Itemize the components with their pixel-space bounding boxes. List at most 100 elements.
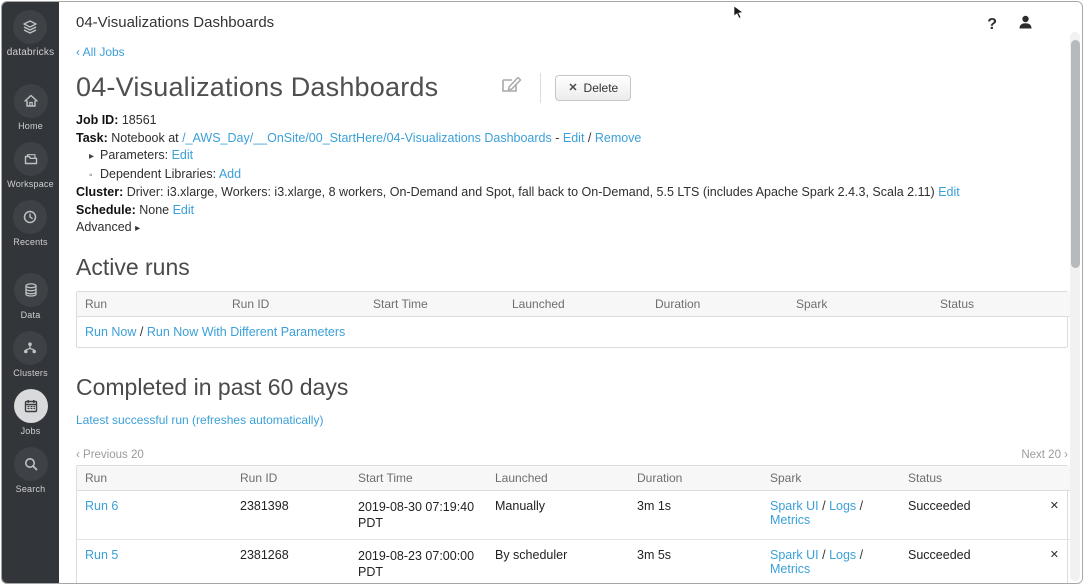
latest-successful-run-link[interactable]: Latest successful run (refreshes automat… [76, 413, 323, 427]
sidebar-item-home[interactable]: Home [14, 84, 48, 131]
job-id-value: 18561 [122, 113, 157, 127]
search-icon [14, 447, 48, 481]
circle-bullet-icon[interactable]: ◦ [89, 167, 100, 185]
completed-header-row: Run Run ID Start Time Launched Duration … [77, 466, 1073, 491]
duration-cell: 3m 5s [629, 539, 762, 584]
col-duration: Duration [629, 466, 762, 491]
run-link[interactable]: Run 5 [85, 548, 118, 562]
pagination: ‹ Previous 20 Next 20 › [76, 449, 1068, 461]
active-runs-header-row: Run Run ID Start Time Launched Duration … [77, 292, 1073, 317]
completed-run-row: Run 523812682019-08-23 07:00:00 PDTBy sc… [77, 539, 1073, 584]
parameters-line: ▸Parameters: Edit [76, 147, 1068, 166]
completed-run-row: Run 623813982019-08-30 07:19:40 PDTManua… [77, 490, 1073, 539]
home-icon [14, 84, 48, 118]
task-line: Task: Notebook at /_AWS_Day/__OnSite/00_… [76, 130, 1068, 148]
active-runs-table: Run Run ID Start Time Launched Duration … [76, 291, 1068, 348]
col-run: Run [77, 292, 224, 317]
slash: / [819, 499, 829, 513]
delete-label: Delete [584, 81, 619, 95]
schedule-label: Schedule: [76, 203, 136, 217]
sidebar-item-recents[interactable]: Recents [13, 200, 47, 247]
user-icon[interactable] [1017, 14, 1034, 36]
job-id-label: Job ID: [76, 113, 118, 127]
cluster-value: Driver: i3.xlarge, Workers: i3.xlarge, 8… [123, 185, 938, 199]
col-run-id: Run ID [224, 292, 365, 317]
sidebar-item-workspace[interactable]: Workspace [7, 142, 54, 189]
job-title: 04-Visualizations Dashboards [76, 72, 438, 103]
parameters-edit-link[interactable]: Edit [172, 148, 194, 162]
logs-link[interactable]: Logs [829, 548, 856, 562]
slash: / [819, 548, 829, 562]
advanced-label: Advanced [76, 220, 135, 234]
schedule-line: Schedule: None Edit [76, 202, 1068, 220]
schedule-value: None [136, 203, 173, 217]
metrics-link[interactable]: Metrics [770, 562, 810, 576]
sidebar-item-jobs[interactable]: Jobs [14, 389, 48, 436]
sidebar-item-label: Clusters [13, 368, 48, 378]
workspace-icon [14, 142, 48, 176]
sidebar-item-label: Home [18, 121, 43, 131]
start-time-cell: 2019-08-30 07:19:40 PDT [350, 490, 487, 539]
active-runs-title: Active runs [76, 254, 1068, 281]
help-icon[interactable]: ? [987, 16, 997, 34]
edit-job-name-icon[interactable] [500, 75, 522, 100]
col-status: Status [932, 292, 1073, 317]
spark-links-cell: Spark UI / Logs / Metrics [762, 539, 900, 584]
clusters-icon [13, 331, 47, 365]
col-status: Status [900, 466, 1016, 491]
sidebar-item-label: Recents [13, 237, 47, 247]
scrollbar-thumb[interactable] [1071, 40, 1080, 268]
delete-x-icon: ✕ [568, 81, 577, 94]
logs-link[interactable]: Logs [829, 499, 856, 513]
libraries-add-link[interactable]: Add [219, 167, 241, 181]
topbar: 04-Visualizations Dashboards ? [76, 12, 1068, 36]
cluster-edit-link[interactable]: Edit [938, 185, 960, 199]
advanced-toggle[interactable]: Advanced ▸ [76, 219, 1068, 238]
libraries-label: Dependent Libraries: [100, 167, 219, 181]
col-start-time: Start Time [350, 466, 487, 491]
cancel-run-icon[interactable]: ✕ [1016, 490, 1073, 539]
run-now-different-parameters-link[interactable]: Run Now With Different Parameters [147, 325, 345, 339]
job-header: 04-Visualizations Dashboards ✕ Delete [76, 72, 1068, 103]
task-prefix: Notebook at [111, 131, 182, 145]
schedule-edit-link[interactable]: Edit [173, 203, 195, 217]
delete-job-button[interactable]: ✕ Delete [555, 75, 631, 101]
status-cell: Succeeded [900, 539, 1016, 584]
cluster-label: Cluster: [76, 185, 123, 199]
sidebar-item-label: Workspace [7, 179, 54, 189]
cluster-line: Cluster: Driver: i3.xlarge, Workers: i3.… [76, 184, 1068, 202]
run-id-cell: 2381398 [232, 490, 350, 539]
previous-20-link[interactable]: ‹ Previous 20 [76, 449, 144, 461]
spark-ui-link[interactable]: Spark UI [770, 499, 819, 513]
spark-ui-link[interactable]: Spark UI [770, 548, 819, 562]
run-now-link[interactable]: Run Now [85, 325, 136, 339]
caret-right-icon[interactable]: ▸ [89, 148, 100, 166]
slash: / [856, 499, 863, 513]
recents-icon [13, 200, 47, 234]
start-time-cell: 2019-08-23 07:00:00 PDT [350, 539, 487, 584]
spark-links-cell: Spark UI / Logs / Metrics [762, 490, 900, 539]
task-label: Task: [76, 131, 108, 145]
col-launched: Launched [487, 466, 629, 491]
task-remove-link[interactable]: Remove [595, 131, 642, 145]
slash: / [856, 548, 863, 562]
sidebar-item-label: Jobs [21, 426, 41, 436]
divider [540, 73, 541, 103]
task-edit-link[interactable]: Edit [563, 131, 585, 145]
page-title: 04-Visualizations Dashboards [76, 12, 274, 31]
job-id-line: Job ID: 18561 [76, 112, 1068, 130]
sidebar-item-clusters[interactable]: Clusters [13, 331, 48, 378]
next-20-link[interactable]: Next 20 › [1021, 449, 1068, 461]
notebook-path-link[interactable]: /_AWS_Day/__OnSite/00_StartHere/04-Visua… [182, 131, 552, 145]
cancel-run-icon[interactable]: ✕ [1016, 539, 1073, 584]
databricks-logo-label: databricks [7, 47, 55, 58]
col-start-time: Start Time [365, 292, 504, 317]
run-link[interactable]: Run 6 [85, 499, 118, 513]
databricks-logo[interactable]: databricks [7, 10, 55, 58]
caret-right-icon: ▸ [135, 223, 140, 234]
sidebar-item-data[interactable]: Data [14, 273, 48, 320]
sidebar-item-search[interactable]: Search [14, 447, 48, 494]
breadcrumb-all-jobs-link[interactable]: ‹ All Jobs [76, 45, 125, 59]
main-content: 04-Visualizations Dashboards ? ‹ All Job… [59, 2, 1082, 583]
metrics-link[interactable]: Metrics [770, 513, 810, 527]
